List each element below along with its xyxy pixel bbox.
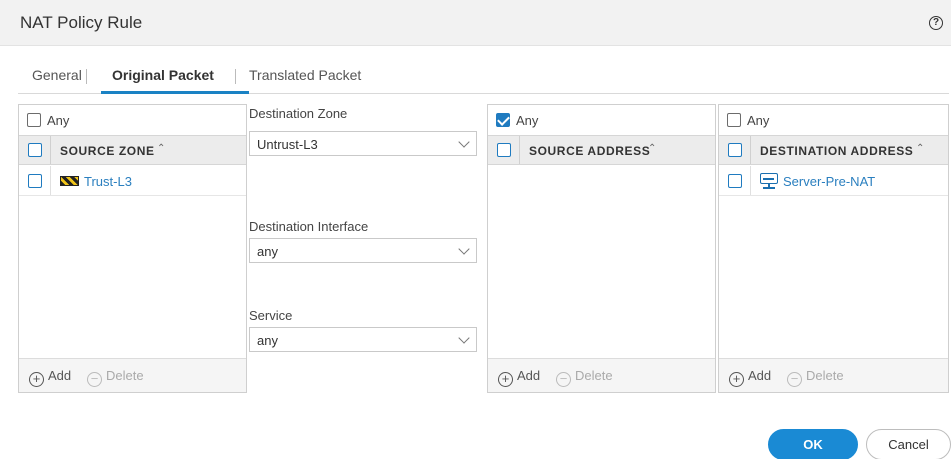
service-label: Service	[249, 308, 293, 323]
add-label: Add	[748, 368, 772, 383]
plus-circle-icon: +	[29, 372, 44, 387]
column-divider	[519, 136, 520, 164]
list-item[interactable]: Trust-L3	[19, 166, 246, 196]
source-zone-any-label: Any	[47, 113, 70, 128]
source-address-any-checkbox[interactable]	[496, 113, 510, 127]
service-value: any	[257, 333, 278, 348]
delete-label: Delete	[575, 368, 613, 383]
source-zone-panel: Any SOURCE ZONE ⌃ Trust-L3 + Add − Delete	[18, 104, 247, 393]
destination-zone-label: Destination Zone	[249, 106, 348, 121]
tab-separator	[235, 69, 236, 84]
source-zone-any-checkbox[interactable]	[27, 113, 41, 127]
cancel-button[interactable]: Cancel	[866, 429, 951, 459]
list-item[interactable]: Server-Pre-NAT	[719, 166, 948, 196]
destination-address-footer: + Add − Delete	[719, 358, 948, 392]
ok-button[interactable]: OK	[768, 429, 858, 459]
row-checkbox[interactable]	[28, 174, 42, 188]
plus-circle-icon: +	[498, 372, 513, 387]
destination-interface-label: Destination Interface	[249, 219, 369, 234]
add-button[interactable]: + Add	[29, 368, 71, 387]
source-address-any-label: Any	[516, 113, 539, 128]
plus-circle-icon: +	[729, 372, 744, 387]
sort-ascending-icon[interactable]: ⌃	[648, 143, 660, 155]
tab-translated-packet[interactable]: Translated Packet	[249, 67, 361, 83]
destination-address-any-label: Any	[747, 113, 770, 128]
chevron-down-icon	[458, 332, 470, 344]
chevron-down-icon	[458, 136, 470, 148]
destination-address-header-label: DESTINATION ADDRESS	[760, 144, 914, 158]
service-select[interactable]: any	[249, 327, 477, 352]
destination-interface-select[interactable]: any	[249, 238, 477, 263]
column-divider	[50, 166, 51, 195]
destination-zone-value: Untrust-L3	[257, 137, 318, 152]
add-button[interactable]: + Add	[729, 368, 771, 387]
destination-address-any-checkbox[interactable]	[727, 113, 741, 127]
destination-interface-value: any	[257, 244, 278, 259]
destination-address-any-row: Any	[719, 105, 948, 134]
column-divider	[750, 136, 751, 164]
source-zone-column-header[interactable]: SOURCE ZONE ⌃	[19, 135, 246, 165]
add-label: Add	[517, 368, 541, 383]
delete-label: Delete	[806, 368, 844, 383]
delete-label: Delete	[106, 368, 144, 383]
sort-ascending-icon[interactable]: ⌃	[916, 143, 928, 155]
destination-address-panel: Any DESTINATION ADDRESS ⌃ Server-Pre-NAT…	[718, 104, 949, 393]
tab-bar: General Original Packet Translated Packe…	[18, 60, 949, 94]
dialog-title: NAT Policy Rule	[20, 13, 143, 32]
server-icon	[760, 173, 778, 190]
delete-button[interactable]: − Delete	[556, 368, 613, 387]
chevron-down-icon	[458, 243, 470, 255]
source-zone-header-label: SOURCE ZONE	[60, 144, 155, 158]
column-divider	[50, 136, 51, 164]
source-address-select-all-checkbox[interactable]	[497, 143, 511, 157]
source-zone-any-row: Any	[19, 105, 246, 134]
help-icon[interactable]: ?	[929, 16, 943, 30]
zone-link[interactable]: Trust-L3	[84, 174, 132, 189]
active-tab-indicator	[101, 91, 249, 94]
source-address-header-label: SOURCE ADDRESS	[529, 144, 651, 158]
sort-ascending-icon[interactable]: ⌃	[157, 143, 169, 155]
delete-button[interactable]: − Delete	[87, 368, 144, 387]
minus-circle-icon: −	[787, 372, 802, 387]
source-address-any-row: Any	[488, 105, 715, 134]
source-zone-footer: + Add − Delete	[19, 358, 246, 392]
minus-circle-icon: −	[556, 372, 571, 387]
source-zone-select-all-checkbox[interactable]	[28, 143, 42, 157]
destination-zone-select[interactable]: Untrust-L3	[249, 131, 477, 156]
address-link[interactable]: Server-Pre-NAT	[783, 174, 875, 189]
add-button[interactable]: + Add	[498, 368, 540, 387]
destination-address-select-all-checkbox[interactable]	[728, 143, 742, 157]
tab-general[interactable]: General	[32, 67, 82, 83]
tab-separator	[86, 69, 87, 84]
tab-original-packet[interactable]: Original Packet	[112, 67, 214, 83]
delete-button[interactable]: − Delete	[787, 368, 844, 387]
add-label: Add	[48, 368, 72, 383]
dialog-titlebar: NAT Policy Rule ?	[0, 0, 951, 46]
column-divider	[750, 166, 751, 195]
minus-circle-icon: −	[87, 372, 102, 387]
row-checkbox[interactable]	[728, 174, 742, 188]
source-address-panel: Any SOURCE ADDRESS ⌃ + Add − Delete	[487, 104, 716, 393]
source-address-column-header[interactable]: SOURCE ADDRESS ⌃	[488, 135, 715, 165]
zone-icon	[60, 176, 79, 186]
source-address-footer: + Add − Delete	[488, 358, 715, 392]
destination-address-column-header[interactable]: DESTINATION ADDRESS ⌃	[719, 135, 948, 165]
